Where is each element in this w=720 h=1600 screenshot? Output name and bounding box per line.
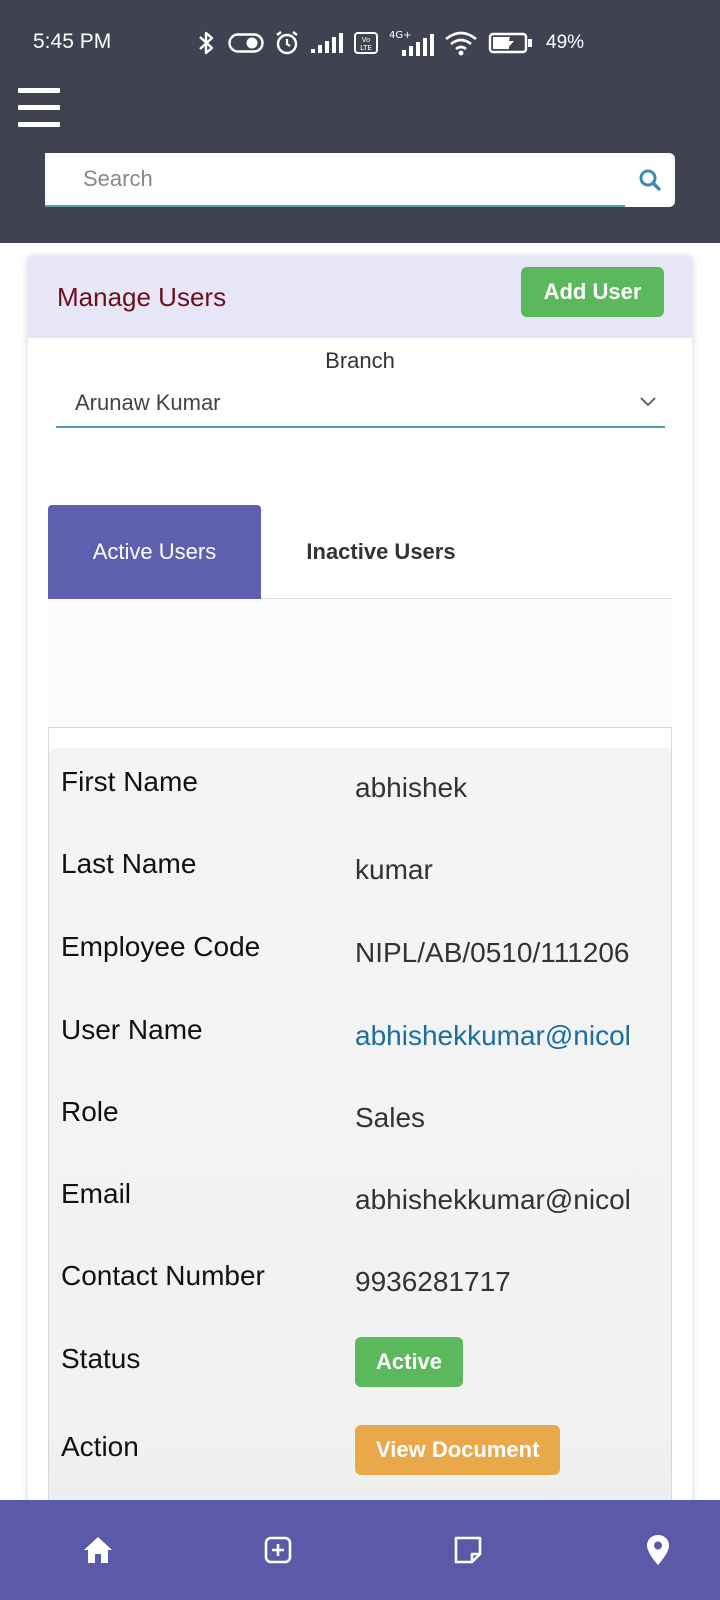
user-detail-table: First Name abhishek Last Name kumar Empl… xyxy=(48,727,672,1506)
search-input[interactable] xyxy=(45,153,625,207)
chevron-down-icon xyxy=(640,397,656,407)
signal-icon xyxy=(311,33,343,53)
svg-text:Vo: Vo xyxy=(362,36,371,44)
nav-add[interactable] xyxy=(258,1530,298,1570)
nav-location[interactable] xyxy=(638,1530,678,1570)
user-name-link[interactable]: abhishekkumar@nicol xyxy=(355,1020,631,1052)
user-tabs: Active Users Inactive Users xyxy=(48,505,672,599)
row-label: User Name xyxy=(61,1014,203,1045)
table-row: Action View Document xyxy=(49,1425,671,1506)
network-4g-icon: 4G+ xyxy=(389,30,434,56)
contact-number-value: 9936281717 xyxy=(355,1266,511,1297)
status-badge: Active xyxy=(355,1337,464,1387)
row-label: Role xyxy=(61,1096,119,1127)
card-header: Manage Users Add User xyxy=(28,256,692,338)
row-label: First Name xyxy=(61,766,198,797)
search-button[interactable] xyxy=(625,153,675,207)
svg-text:4G+: 4G+ xyxy=(389,30,412,41)
table-row: User Name abhishekkumar@nicol xyxy=(49,1014,671,1098)
table-row: Employee Code NIPL/AB/0510/111206 xyxy=(49,931,671,1015)
view-document-button[interactable]: View Document xyxy=(355,1425,561,1475)
location-pin-icon xyxy=(647,1535,669,1565)
bottom-nav xyxy=(0,1500,720,1600)
table-row: Contact Number 9936281717 xyxy=(49,1260,671,1344)
page-title: Manage Users xyxy=(57,282,227,312)
status-time: 5:45 PM xyxy=(33,30,112,53)
bluetooth-icon xyxy=(199,31,214,55)
row-label: Contact Number xyxy=(61,1260,265,1291)
branch-select[interactable]: Arunaw Kumar xyxy=(56,380,665,428)
add-user-button[interactable]: Add User xyxy=(521,267,664,317)
search-icon xyxy=(639,169,661,191)
table-row: Last Name kumar xyxy=(49,848,671,932)
row-label: Last Name xyxy=(61,848,197,879)
first-name-value: abhishek xyxy=(355,772,468,803)
alarm-icon xyxy=(276,31,298,55)
tab-active-users[interactable]: Active Users xyxy=(48,505,261,599)
branch-selected-value: Arunaw Kumar xyxy=(75,390,221,415)
svg-text:LTE: LTE xyxy=(360,44,372,52)
status-icons: Vo LTE 4G+ 49% xyxy=(196,26,584,60)
note-icon xyxy=(454,1536,482,1564)
search-bar xyxy=(45,153,675,207)
battery-percent: 49% xyxy=(546,32,585,53)
home-icon xyxy=(84,1537,112,1563)
employee-code-value: NIPL/AB/0510/111206 xyxy=(355,937,630,968)
row-label: Employee Code xyxy=(61,931,261,962)
volte-icon: VoLTE xyxy=(354,32,378,54)
branch-label: Branch xyxy=(325,348,395,373)
wifi-icon xyxy=(445,31,477,56)
last-name-value: kumar xyxy=(355,854,433,885)
row-label: Action xyxy=(61,1431,139,1462)
battery-charging-icon xyxy=(488,32,532,54)
tab-content-spacer xyxy=(48,599,672,727)
table-row: Email abhishekkumar@nicol xyxy=(49,1178,671,1262)
menu-icon[interactable] xyxy=(18,88,60,128)
status-bar: 5:45 PM Vo LTE 4G+ 49% xyxy=(0,0,720,80)
table-row: Status Active xyxy=(49,1337,671,1427)
toggle-icon xyxy=(228,33,264,53)
table-row: Role Sales xyxy=(49,1096,671,1180)
tab-inactive-users[interactable]: Inactive Users xyxy=(261,505,501,599)
user-detail-body: First Name abhishek Last Name kumar Empl… xyxy=(49,748,671,1506)
table-row: First Name abhishek xyxy=(49,766,671,850)
row-label: Email xyxy=(61,1178,132,1209)
role-value: Sales xyxy=(355,1102,426,1133)
nav-home[interactable] xyxy=(78,1530,118,1570)
email-value: abhishekkumar@nicol xyxy=(355,1184,631,1215)
manage-users-card: Manage Users Add User Branch Arunaw Kuma… xyxy=(28,256,692,1506)
add-box-icon xyxy=(264,1536,292,1564)
nav-notes[interactable] xyxy=(448,1530,488,1570)
top-app-bar: 5:45 PM Vo LTE 4G+ 49% xyxy=(0,0,720,243)
row-label: Status xyxy=(61,1343,141,1374)
